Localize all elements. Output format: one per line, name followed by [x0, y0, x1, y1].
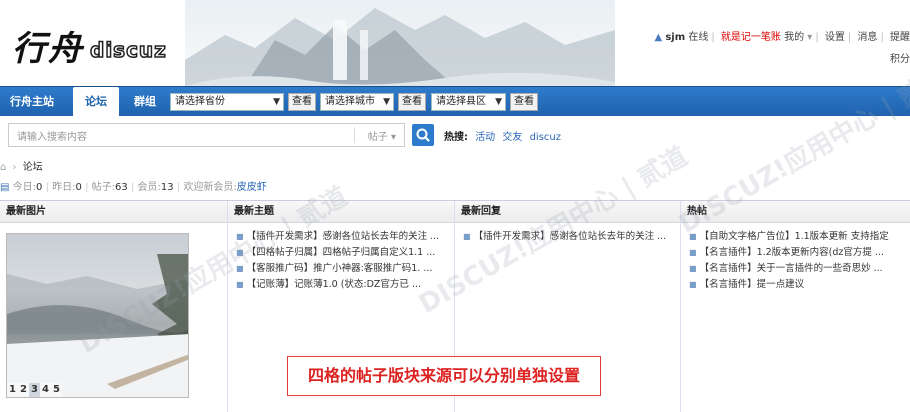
province-select[interactable]: 请选择省份 ▼ [170, 93, 284, 111]
chevron-down-icon: ▼ [495, 97, 502, 107]
new-member-link[interactable]: 皮皮虾 [237, 182, 267, 193]
list-item[interactable]: ■ 【记账薄】记账薄1.0 (状态:DZ官方已 ... [236, 277, 454, 293]
site-header: 行舟 discuz ▲ sjm 在线 | 就是记一笔账 我的 ▾ | 设置 | 消息 |… [0, 0, 910, 86]
nav-item-main-site[interactable]: 行舟主站 [10, 87, 54, 116]
settings-link[interactable]: 设置 [825, 32, 845, 43]
home-icon[interactable]: ⌂ [0, 162, 6, 173]
stats-chart-icon: ▤ [0, 182, 10, 193]
main-nav: 行舟主站 论坛 群组 请选择省份 ▼ 查看 请选择城市 ▼ 查看 请选择县区 ▼… [0, 86, 910, 116]
search-placeholder: 请输入搜索内容 [17, 132, 87, 143]
pager-page-current[interactable]: 3 [29, 383, 40, 397]
photo-pager: 1 2 3 4 5 [7, 383, 62, 397]
pager-page[interactable]: 1 [7, 383, 18, 397]
column-title: 最新图片 [0, 201, 227, 223]
reminders-link[interactable]: 提醒 [890, 32, 910, 43]
stat-yesterday: 0 [75, 182, 82, 193]
search-type-select[interactable]: 帖子 ▾ [368, 128, 396, 143]
breadcrumb-current[interactable]: 论坛 [23, 162, 43, 173]
county-select-value: 请选择县区 [436, 96, 486, 107]
stat-posts: 63 [115, 182, 128, 193]
list-item[interactable]: ■ 【名言插件】提一点建议 [689, 277, 910, 293]
city-select-value: 请选择城市 [325, 96, 375, 107]
annotation-callout: 四格的帖子版块来源可以分别单独设置 [287, 356, 601, 396]
list-item[interactable]: ■ 【名言插件】1.2版本更新内容(dz官方提 ... [689, 245, 910, 261]
logo-text: 行舟 [12, 29, 84, 69]
search-input[interactable]: 请输入搜索内容 帖子 ▾ [8, 123, 405, 147]
pager-page[interactable]: 2 [18, 383, 29, 397]
nav-item-groups[interactable]: 群组 [134, 87, 156, 116]
nav-item-forum[interactable]: 论坛 [73, 87, 119, 116]
view-button-city[interactable]: 查看 [398, 93, 426, 111]
pager-page[interactable]: 5 [51, 383, 62, 397]
column-hot: 热帖 ■ 【自助文字格广告位】1.1版本更新 支持指定 ■ 【名言插件】1.2版本更… [681, 201, 910, 412]
pen-link[interactable]: 就是记一笔账 [721, 32, 781, 43]
view-button-province[interactable]: 查看 [288, 93, 316, 111]
reply-list: ■ 【插件开发需求】感谢各位站长去年的关注 ... [455, 223, 680, 245]
list-item[interactable]: ■ 【自助文字格广告位】1.1版本更新 支持指定 [689, 229, 910, 245]
latest-photo[interactable]: 1 2 3 4 5 [6, 233, 189, 398]
pager-page[interactable]: 4 [40, 383, 51, 397]
chevron-down-icon[interactable]: ▾ [807, 32, 812, 43]
view-button-county[interactable]: 查看 [510, 93, 538, 111]
user-bar: ▲ sjm 在线 | 就是记一笔账 我的 ▾ | 设置 | 消息 | 提醒 [654, 32, 910, 43]
city-select[interactable]: 请选择城市 ▼ [320, 93, 394, 111]
county-select[interactable]: 请选择县区 ▼ [431, 93, 506, 111]
stat-today: 0 [36, 182, 43, 193]
hot-link[interactable]: 活动 [475, 132, 495, 143]
topic-list: ■ 【插件开发需求】感谢各位站长去年的关注 ... ■ 【四格帖子归属】四格帖子归属… [228, 223, 454, 293]
hot-search-label: 热搜: [444, 132, 468, 143]
column-title: 热帖 [681, 201, 910, 223]
search-bar: 请输入搜索内容 帖子 ▾ 热搜: 活动 交友 discuz [0, 116, 910, 154]
column-title: 最新主题 [228, 201, 454, 223]
hot-list: ■ 【自助文字格广告位】1.1版本更新 支持指定 ■ 【名言插件】1.2版本更新内容… [681, 223, 910, 293]
logo-brand: discuz [89, 37, 167, 63]
list-item[interactable]: ■ 【客服推广码】推广小神器:客服推广码1. ... [236, 261, 454, 277]
list-item[interactable]: ■ 【名言插件】关于一言插件的一些奇思妙 ... [689, 261, 910, 277]
user-icon: ▲ [654, 32, 663, 43]
forum-stats: ▤ 今日:0 | 昨日:0 | 帖子:63 | 会员:13 | 欢迎新会员:皮皮… [0, 182, 267, 193]
column-photos: 最新图片 1 2 3 4 5 [0, 201, 228, 412]
breadcrumb: ⌂ › 论坛 [0, 162, 43, 173]
search-button[interactable] [412, 124, 434, 146]
hot-link[interactable]: 交友 [502, 132, 522, 143]
messages-link[interactable]: 消息 [857, 32, 877, 43]
list-item[interactable]: ■ 【插件开发需求】感谢各位站长去年的关注 ... [236, 229, 454, 245]
credits-link[interactable]: 积分 [890, 50, 910, 65]
snow-landscape-image [7, 254, 188, 397]
column-title: 最新回复 [455, 201, 680, 223]
list-item[interactable]: ■ 【四格帖子归属】四格帖子归属自定义1.1 ... [236, 245, 454, 261]
hot-search: 热搜: 活动 交友 discuz [444, 128, 561, 143]
online-status[interactable]: 在线 [688, 32, 708, 43]
hot-link[interactable]: discuz [530, 132, 561, 143]
list-item[interactable]: ■ 【插件开发需求】感谢各位站长去年的关注 ... [463, 229, 680, 245]
chevron-down-icon: ▼ [383, 97, 390, 107]
username-link[interactable]: sjm [665, 32, 685, 43]
province-select-value: 请选择省份 [175, 96, 225, 107]
search-icon [416, 128, 430, 142]
header-banner-image [185, 0, 615, 86]
site-logo[interactable]: 行舟 discuz [12, 20, 167, 70]
my-menu[interactable]: 我的 [784, 32, 804, 43]
chevron-down-icon: ▼ [273, 97, 280, 107]
stat-members: 13 [160, 182, 174, 193]
